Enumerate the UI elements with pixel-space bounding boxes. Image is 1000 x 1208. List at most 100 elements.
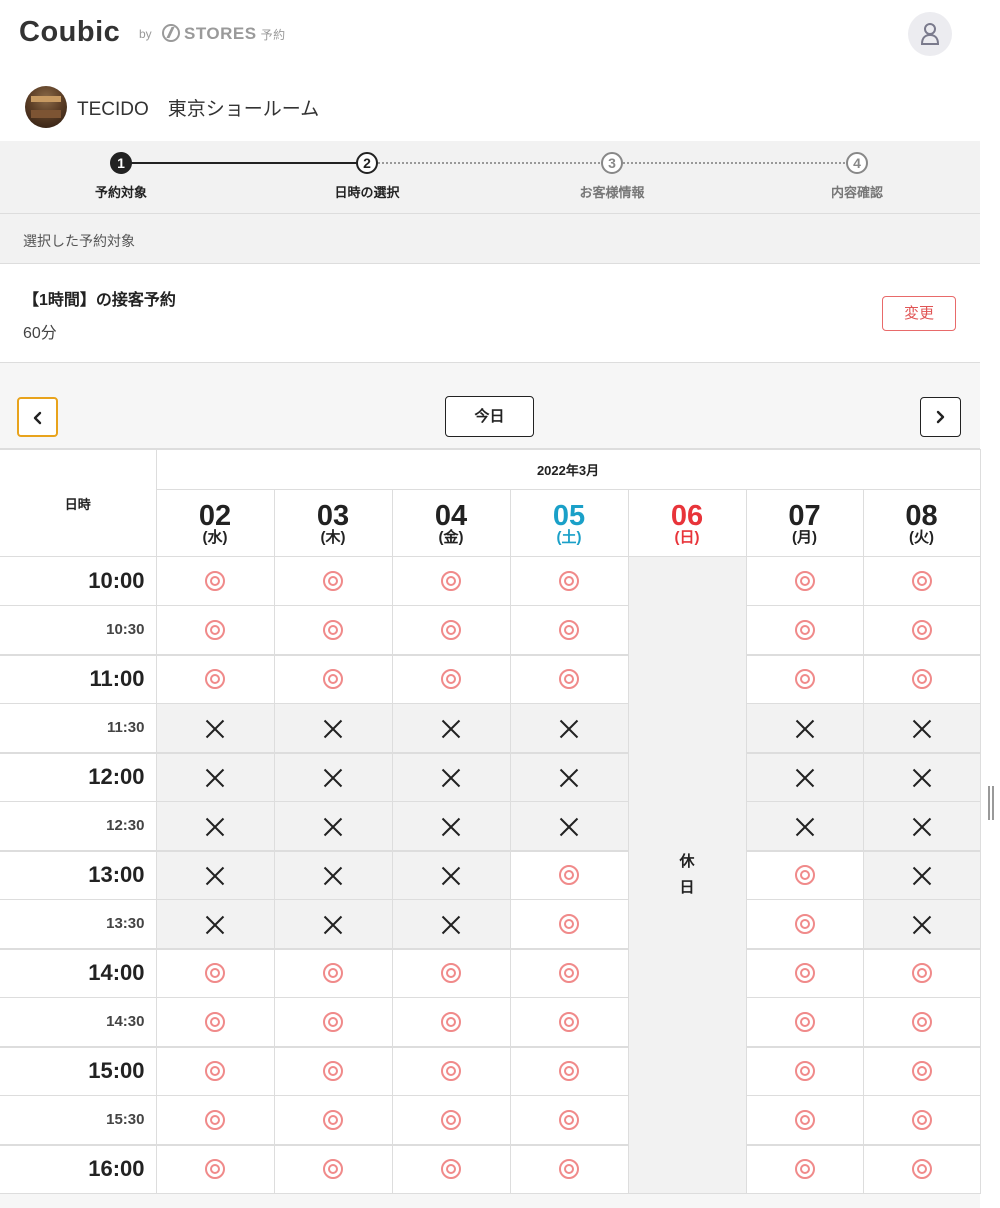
unavailable-slot xyxy=(862,703,981,753)
shop-avatar xyxy=(25,86,67,128)
user-menu-button[interactable] xyxy=(908,12,952,56)
double-circle-icon xyxy=(794,1011,815,1032)
available-slot[interactable] xyxy=(273,1095,393,1145)
available-slot[interactable] xyxy=(273,556,393,606)
available-slot[interactable] xyxy=(155,653,275,704)
day-header: 05 (土) xyxy=(509,489,629,557)
available-slot[interactable] xyxy=(509,653,629,704)
unavailable-slot xyxy=(273,801,393,851)
cross-icon xyxy=(795,816,815,836)
available-slot[interactable] xyxy=(745,605,864,655)
available-slot[interactable] xyxy=(509,1095,629,1145)
available-slot[interactable] xyxy=(862,947,981,998)
cross-icon xyxy=(205,914,225,934)
unavailable-slot xyxy=(509,801,629,851)
time-label: 13:00 xyxy=(0,849,157,900)
double-circle-icon xyxy=(794,1109,815,1130)
prev-week-button[interactable] xyxy=(17,397,58,437)
available-slot[interactable] xyxy=(745,1095,864,1145)
available-slot[interactable] xyxy=(391,1143,511,1194)
available-slot[interactable] xyxy=(509,947,629,998)
cross-icon xyxy=(323,914,343,934)
available-slot[interactable] xyxy=(745,556,864,606)
available-slot[interactable] xyxy=(862,556,981,606)
available-slot[interactable] xyxy=(509,1045,629,1096)
available-slot[interactable] xyxy=(391,947,511,998)
unavailable-slot xyxy=(509,751,629,802)
unavailable-slot xyxy=(155,801,275,851)
available-slot[interactable] xyxy=(273,653,393,704)
available-slot[interactable] xyxy=(509,849,629,900)
cross-icon xyxy=(323,767,343,787)
available-slot[interactable] xyxy=(745,1045,864,1096)
time-label: 12:30 xyxy=(0,801,157,851)
change-button[interactable]: 変更 xyxy=(882,296,956,331)
stores-text: STORES xyxy=(184,24,257,43)
unavailable-slot xyxy=(391,801,511,851)
double-circle-icon xyxy=(559,571,579,591)
double-circle-icon xyxy=(559,865,579,886)
double-circle-icon xyxy=(794,913,815,934)
double-circle-icon xyxy=(911,1109,932,1130)
available-slot[interactable] xyxy=(509,997,629,1047)
available-slot[interactable] xyxy=(155,605,275,655)
cross-icon xyxy=(205,718,225,738)
coubic-logo[interactable]: Coubic xyxy=(19,16,120,49)
available-slot[interactable] xyxy=(745,1143,864,1194)
available-slot[interactable] xyxy=(745,653,864,704)
available-slot[interactable] xyxy=(745,849,864,900)
available-slot[interactable] xyxy=(509,605,629,655)
unavailable-slot xyxy=(391,849,511,900)
available-slot[interactable] xyxy=(155,1095,275,1145)
double-circle-icon xyxy=(911,963,932,984)
available-slot[interactable] xyxy=(862,1143,981,1194)
available-slot[interactable] xyxy=(509,899,629,949)
available-slot[interactable] xyxy=(862,1095,981,1145)
next-week-button[interactable] xyxy=(920,397,961,437)
available-slot[interactable] xyxy=(155,997,275,1047)
available-slot[interactable] xyxy=(745,997,864,1047)
step-4-marker: 4 xyxy=(846,152,868,174)
available-slot[interactable] xyxy=(509,1143,629,1194)
double-circle-icon xyxy=(441,669,461,690)
user-icon xyxy=(920,23,940,45)
available-slot[interactable] xyxy=(391,556,511,606)
available-slot[interactable] xyxy=(155,1045,275,1096)
available-slot[interactable] xyxy=(391,1045,511,1096)
double-circle-icon xyxy=(559,1061,579,1082)
available-slot[interactable] xyxy=(273,1045,393,1096)
available-slot[interactable] xyxy=(273,997,393,1047)
step-3-marker: 3 xyxy=(601,152,623,174)
day-weekday: (木) xyxy=(320,529,346,546)
available-slot[interactable] xyxy=(155,556,275,606)
today-button[interactable]: 今日 xyxy=(445,396,534,437)
double-circle-icon xyxy=(559,1011,579,1032)
available-slot[interactable] xyxy=(391,1095,511,1145)
available-slot[interactable] xyxy=(273,1143,393,1194)
available-slot[interactable] xyxy=(862,1045,981,1096)
available-slot[interactable] xyxy=(155,947,275,998)
available-slot[interactable] xyxy=(391,997,511,1047)
time-row: 12:00 xyxy=(0,751,981,802)
time-row: 14:30 xyxy=(0,997,981,1047)
available-slot[interactable] xyxy=(862,997,981,1047)
available-slot[interactable] xyxy=(273,605,393,655)
available-slot[interactable] xyxy=(509,556,629,606)
double-circle-icon xyxy=(323,669,343,690)
resize-handle[interactable] xyxy=(988,786,994,820)
cross-icon xyxy=(441,767,461,787)
available-slot[interactable] xyxy=(273,947,393,998)
double-circle-icon xyxy=(911,1011,932,1032)
available-slot[interactable] xyxy=(745,899,864,949)
double-circle-icon xyxy=(441,1159,461,1180)
available-slot[interactable] xyxy=(862,653,981,704)
available-slot[interactable] xyxy=(862,605,981,655)
available-slot[interactable] xyxy=(391,605,511,655)
available-slot[interactable] xyxy=(391,653,511,704)
service-duration: 60分 xyxy=(23,325,57,342)
available-slot[interactable] xyxy=(745,947,864,998)
available-slot[interactable] xyxy=(155,1143,275,1194)
double-circle-icon xyxy=(794,571,815,591)
day-header: 04 (金) xyxy=(391,489,511,557)
day-weekday: (土) xyxy=(556,529,582,546)
